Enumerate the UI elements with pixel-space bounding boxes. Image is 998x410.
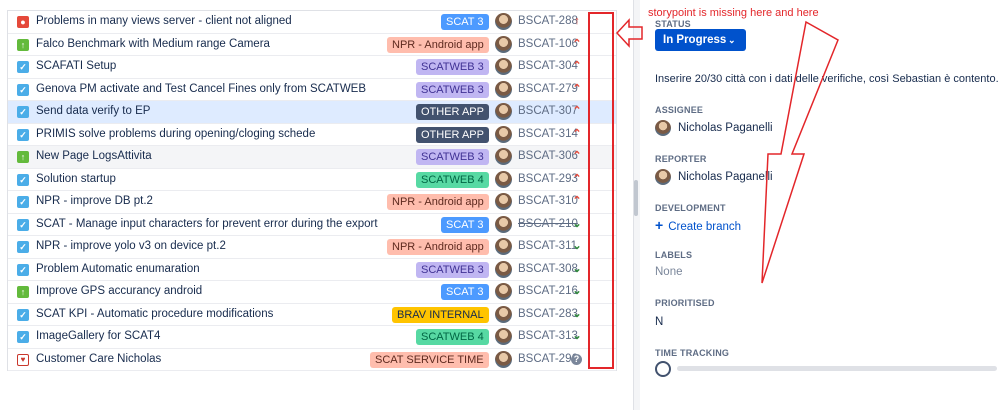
- annotation-left-arrow: [615, 18, 643, 48]
- annotation-down-arrow: [761, 20, 839, 284]
- annotation-arrows: [615, 18, 839, 284]
